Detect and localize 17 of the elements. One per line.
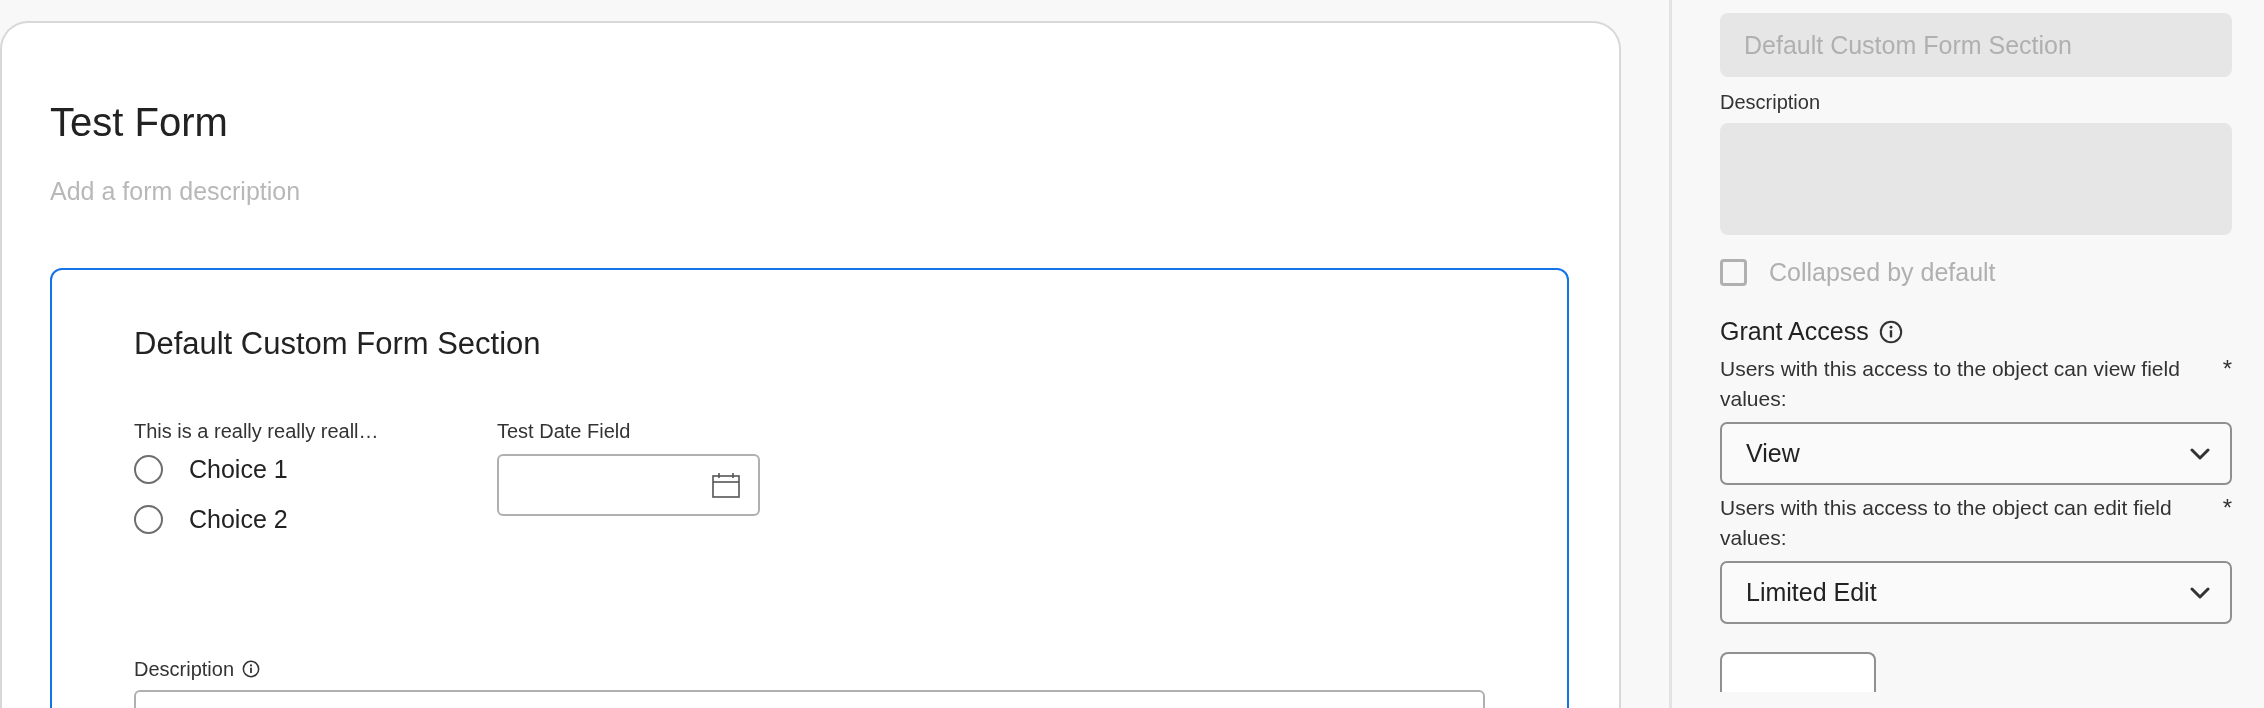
field-label: Description <box>1720 90 1822 115</box>
access-select[interactable]: View <box>1720 422 2232 485</box>
section-title: Default Custom Form Section <box>134 326 542 362</box>
checkbox-label: Collapsed by default <box>1769 258 1996 287</box>
field-label: Users with this access to the object can edit field values: <box>1720 495 2173 551</box>
field-label: Description <box>134 657 235 682</box>
field-label: This is a really really reall… <box>134 419 380 444</box>
form-section[interactable]: Default Custom Form Section This is a really really reall… Choice 1 Choice 2 Test Date Field Description <box>50 268 1569 708</box>
radio-label: Choice 2 <box>189 504 288 534</box>
field-label: Users with this access to the object can view field values: <box>1720 356 2181 412</box>
grant-access-title: Grant Access <box>1720 317 1869 346</box>
access-select[interactable]: Limited Edit <box>1720 561 2232 624</box>
field-label: Test Date Field <box>497 419 632 444</box>
required-mark: * <box>2222 493 2232 523</box>
form-title[interactable]: Test Form <box>50 97 1569 147</box>
required-mark: * <box>2222 354 2232 384</box>
radio-label: Choice 1 <box>189 454 288 484</box>
